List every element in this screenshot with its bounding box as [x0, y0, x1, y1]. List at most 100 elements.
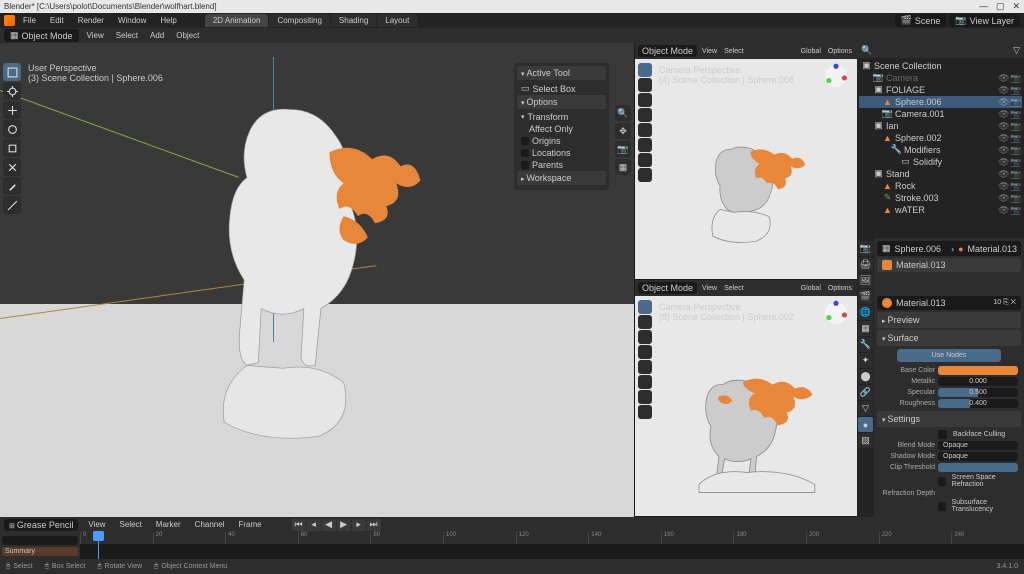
camera-view-button[interactable]: 📷 — [615, 141, 631, 157]
tool-measure[interactable] — [3, 196, 21, 214]
prop-settings-header[interactable]: ▾ Settings — [877, 411, 1021, 427]
timeline-summary-row[interactable]: Summary — [2, 547, 78, 556]
header-object[interactable]: Object — [172, 31, 203, 40]
tool-rotate[interactable] — [3, 120, 21, 138]
use-nodes-button[interactable]: Use Nodes — [897, 349, 1001, 362]
proptab-render[interactable]: 📷 — [858, 241, 873, 256]
tool-transform[interactable] — [3, 158, 21, 176]
render-toggle[interactable]: 📷 — [1010, 193, 1019, 202]
main-viewport[interactable]: User Perspective (3) Scene Collection | … — [0, 43, 635, 517]
render-toggle[interactable]: 📷 — [1010, 73, 1019, 82]
visibility-toggle[interactable]: 👁 — [998, 85, 1007, 94]
render-toggle[interactable]: 📷 — [1010, 97, 1019, 106]
render-toggle[interactable]: 📷 — [1010, 145, 1019, 154]
visibility-toggle[interactable]: 👁 — [998, 73, 1007, 82]
prop-refraction-depth[interactable]: Refraction Depth — [877, 489, 1021, 498]
visibility-toggle[interactable]: 👁 — [998, 157, 1007, 166]
npanel-affect-origins[interactable]: Origins — [517, 135, 606, 147]
tl-marker[interactable]: Marker — [152, 520, 185, 529]
render-toggle[interactable]: 📷 — [1010, 109, 1019, 118]
viewlayer-selector[interactable]: 📷 View Layer — [949, 14, 1020, 27]
npanel-workspace-header[interactable]: ▸ Workspace — [517, 171, 606, 185]
visibility-toggle[interactable]: 👁 — [998, 109, 1007, 118]
prop-surface-header[interactable]: ▾ Surface — [877, 330, 1021, 346]
proptab-scene[interactable]: 🎬 — [858, 289, 873, 304]
prop-metallic[interactable]: Metallic0.000 — [877, 376, 1021, 387]
vp-br-select[interactable]: Select — [722, 285, 745, 292]
proptab-object[interactable]: ▦ — [858, 321, 873, 336]
tool-scale[interactable] — [3, 139, 21, 157]
timeline-search-input[interactable] — [2, 536, 78, 545]
material-name-field[interactable]: Material.013 10 ⎘ ✕ — [877, 296, 1021, 310]
outliner-item-stroke-003[interactable]: ✎Stroke.003👁📷 — [859, 192, 1022, 204]
vp-br-tool-annotate[interactable] — [638, 390, 652, 404]
vp-br-mode[interactable]: Object Mode — [638, 282, 697, 294]
proptab-constraint[interactable]: 🔗 — [858, 385, 873, 400]
timeline-body[interactable]: Summary 02040608010012014016018020022024… — [0, 532, 1024, 559]
ortho-toggle-button[interactable]: ▦ — [615, 159, 631, 175]
timeline-playhead[interactable] — [98, 532, 99, 559]
play-reverse-button[interactable]: ◀ — [322, 519, 336, 531]
outliner-scene-collection[interactable]: ▣ Scene Collection — [859, 60, 1022, 72]
prop-shadow-mode[interactable]: Shadow ModeOpaque — [877, 451, 1021, 462]
visibility-toggle[interactable]: 👁 — [998, 97, 1007, 106]
vp-br-gizmo[interactable] — [823, 300, 849, 326]
proptab-texture[interactable]: ▨ — [858, 433, 873, 448]
zoom-button[interactable]: 🔍 — [615, 105, 631, 121]
vp-br-tool-transform[interactable] — [638, 375, 652, 389]
vp-tr-tool-transform[interactable] — [638, 138, 652, 152]
pan-button[interactable]: ✥ — [615, 123, 631, 139]
prop-clip-threshold[interactable]: Clip Threshold — [877, 462, 1021, 473]
vp-tr-options[interactable]: Options — [826, 48, 854, 55]
tool-annotate[interactable] — [3, 177, 21, 195]
visibility-toggle[interactable]: 👁 — [998, 145, 1007, 154]
menu-help[interactable]: Help — [154, 15, 182, 26]
close-button[interactable]: ✕ — [1012, 1, 1020, 12]
vp-tr-tool-select[interactable] — [638, 63, 652, 77]
render-toggle[interactable]: 📷 — [1010, 169, 1019, 178]
outliner-search-icon[interactable]: 🔍 — [861, 45, 872, 56]
outliner-item-foliage[interactable]: ▣FOLIAGE👁📷 — [859, 84, 1022, 96]
npanel-options-header[interactable]: ▾ Options — [517, 95, 606, 109]
npanel-transform-header[interactable]: ▾ Transform — [517, 111, 606, 123]
play-button[interactable]: ▶ — [337, 519, 351, 531]
prop-roughness[interactable]: Roughness0.400 — [877, 398, 1021, 409]
vp-tr-global[interactable]: Global — [799, 48, 823, 55]
render-toggle[interactable]: 📷 — [1010, 121, 1019, 130]
prop-backface[interactable]: Backface Culling — [877, 429, 1021, 440]
tab-compositing[interactable]: Compositing — [269, 14, 329, 27]
tab-layout[interactable]: Layout — [377, 14, 417, 27]
proptab-physics[interactable]: ⬤ — [858, 369, 873, 384]
outliner-item-sphere-002[interactable]: ▲Sphere.002👁📷 — [859, 132, 1022, 144]
vp-br-global[interactable]: Global — [799, 285, 823, 292]
tool-move[interactable] — [3, 101, 21, 119]
proptab-particle[interactable]: ✦ — [858, 353, 873, 368]
proptab-material[interactable]: ● — [858, 417, 873, 432]
outliner-item-modifiers[interactable]: 🔧Modifiers👁📷 — [859, 144, 1022, 156]
visibility-toggle[interactable]: 👁 — [998, 181, 1007, 190]
proptab-modifier[interactable]: 🔧 — [858, 337, 873, 352]
proptab-data[interactable]: ▽ — [858, 401, 873, 416]
vp-br-tool-rotate[interactable] — [638, 345, 652, 359]
vp-tr-select[interactable]: Select — [722, 48, 745, 55]
npanel-activetool-header[interactable]: ▾ Active Tool — [517, 66, 606, 80]
render-toggle[interactable]: 📷 — [1010, 133, 1019, 142]
mode-selector[interactable]: ▦ Object Mode — [4, 29, 79, 42]
vp-tr-tool-measure[interactable] — [638, 168, 652, 182]
vp-br-tool-scale[interactable] — [638, 360, 652, 374]
proptab-viewlayer[interactable]: 🖼 — [858, 273, 873, 288]
visibility-toggle[interactable]: 👁 — [998, 169, 1007, 178]
viewport-top-right[interactable]: Object Mode View Select Global Options C… — [635, 43, 857, 280]
outliner-item-camera[interactable]: 📷Camera👁📷 — [859, 72, 1022, 84]
tl-channel[interactable]: Channel — [191, 520, 229, 529]
vp-tr-mode[interactable]: Object Mode — [638, 45, 697, 57]
vp-br-tool-select[interactable] — [638, 300, 652, 314]
vp-br-view[interactable]: View — [700, 285, 719, 292]
tool-select-box[interactable] — [3, 63, 21, 81]
vp-br-tool-cursor[interactable] — [638, 315, 652, 329]
proptab-output[interactable]: 🖨 — [858, 257, 873, 272]
tab-2d-animation[interactable]: 2D Animation — [205, 14, 269, 27]
visibility-toggle[interactable]: 👁 — [998, 205, 1007, 214]
vp-tr-view[interactable]: View — [700, 48, 719, 55]
vp-tr-tool-cursor[interactable] — [638, 78, 652, 92]
